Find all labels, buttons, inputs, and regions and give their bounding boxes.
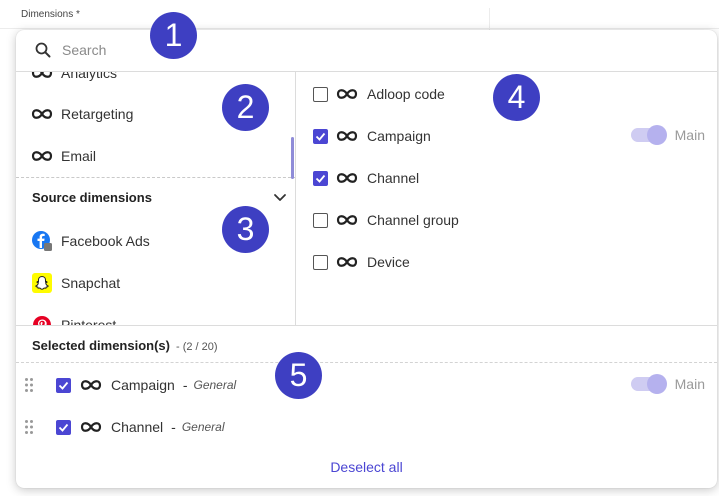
dimensions-field-label: Dimensions *	[21, 9, 80, 20]
search-input[interactable]	[62, 40, 362, 60]
annotation-badge-2: 2	[222, 84, 269, 131]
source-label: Pinterest	[61, 317, 117, 325]
dimension-item-campaign: Campaign Main	[297, 122, 717, 150]
category-label: Email	[61, 148, 97, 164]
dimension-label: Campaign	[367, 128, 431, 144]
dimension-label: Adloop code	[367, 86, 445, 102]
selected-dimensions-section: Selected dimension(s) - (2 / 20) Campaig…	[16, 325, 717, 488]
source-item-pinterest[interactable]: Pinterest	[16, 311, 286, 325]
toggle-track[interactable]	[630, 125, 667, 145]
snapchat-icon	[31, 272, 53, 294]
section-title: Source dimensions	[32, 189, 152, 205]
selected-checkbox[interactable]	[56, 377, 71, 393]
selected-checkbox[interactable]	[56, 419, 71, 435]
selected-title: Selected dimension(s)	[32, 338, 170, 353]
deselect-all-button[interactable]: Deselect all	[16, 459, 717, 475]
dimension-checkbox[interactable]	[313, 254, 328, 270]
toggle-knob[interactable]	[646, 374, 667, 394]
dimension-label: Channel group	[367, 212, 459, 228]
main-toggle[interactable]: Main	[630, 374, 705, 394]
infinity-icon	[336, 215, 358, 225]
annotation-badge-1: 1	[150, 12, 197, 59]
dimension-checkbox[interactable]	[313, 212, 328, 228]
dimension-label: Channel	[367, 170, 420, 186]
group-label: General	[181, 420, 225, 434]
chevron-down-icon[interactable]	[272, 189, 288, 205]
dimensions-dropdown-panel: Analytics Retargeting Email Source dimen…	[16, 30, 717, 488]
dimension-label: Device	[367, 254, 410, 270]
source-item-snapchat[interactable]: Snapchat	[16, 269, 286, 297]
category-label: Retargeting	[61, 106, 134, 122]
selected-header: Selected dimension(s) - (2 / 20)	[32, 338, 218, 353]
dimension-item-device: Device	[297, 248, 717, 276]
source-label: Facebook Ads	[61, 233, 150, 249]
main-toggle[interactable]: Main	[630, 125, 705, 145]
annotation-badge-4: 4	[493, 74, 540, 121]
infinity-icon	[31, 145, 53, 167]
toggle-knob[interactable]	[646, 125, 667, 145]
field-underline	[0, 28, 719, 29]
section-divider	[16, 177, 295, 178]
toggle-label: Main	[674, 127, 705, 143]
infinity-icon	[336, 257, 358, 267]
infinity-icon	[336, 173, 358, 183]
source-dimensions-header[interactable]: Source dimensions	[16, 185, 295, 209]
search-icon	[35, 42, 51, 58]
selected-item-campaign: Campaign - General Main	[16, 371, 717, 399]
dimension-checkbox[interactable]	[313, 170, 328, 186]
dimension-checkbox[interactable]	[313, 128, 328, 144]
infinity-icon	[336, 131, 358, 141]
source-label: Snapchat	[61, 275, 121, 291]
dimension-item-channel: Channel	[297, 164, 717, 192]
category-scrollbar[interactable]	[291, 137, 294, 179]
drag-handle-icon[interactable]	[24, 419, 34, 435]
selected-label: Channel	[111, 419, 164, 435]
infinity-icon	[31, 72, 53, 84]
facebook-icon	[31, 230, 53, 252]
separator-dash: -	[182, 377, 188, 393]
infinity-icon	[31, 103, 53, 125]
group-label: General	[193, 378, 237, 392]
toggle-label: Main	[674, 376, 705, 392]
separator-dash: -	[171, 419, 176, 435]
selected-divider	[16, 362, 717, 363]
category-label: Analytics	[61, 72, 118, 81]
category-item-email[interactable]: Email	[16, 142, 286, 170]
dimension-checkbox[interactable]	[313, 86, 328, 102]
selected-label: Campaign	[111, 377, 175, 393]
annotation-badge-3: 3	[222, 206, 269, 253]
infinity-icon	[80, 422, 102, 432]
pinterest-icon	[31, 314, 53, 325]
dimension-item-channel-group: Channel group	[297, 206, 717, 234]
infinity-icon	[80, 380, 102, 390]
selected-count: - (2 / 20)	[175, 341, 218, 353]
infinity-icon	[336, 89, 358, 99]
selected-item-channel: Channel - General	[16, 413, 717, 441]
toggle-track[interactable]	[630, 374, 667, 394]
search-bar	[16, 30, 717, 72]
drag-handle-icon[interactable]	[24, 377, 34, 393]
annotation-badge-5: 5	[275, 352, 322, 399]
